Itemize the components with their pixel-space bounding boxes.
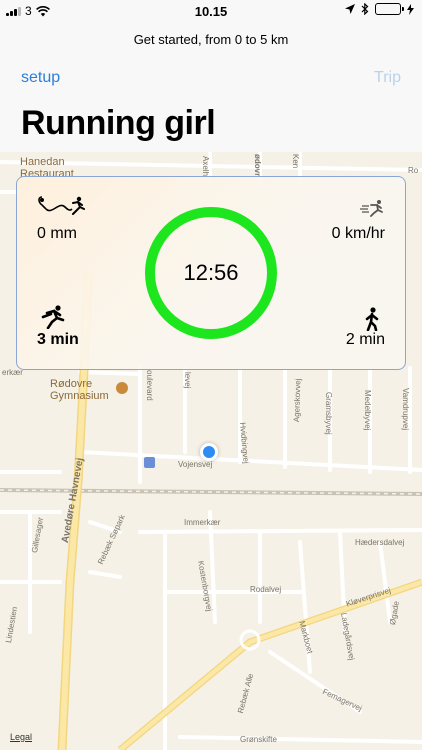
battery-icon [375,3,404,15]
current-location-dot [200,443,218,461]
street-label: Rodalvej [250,585,282,594]
street-label: Axelh [201,156,210,177]
page-title: Running girl [21,104,216,142]
street-label: oulevard [145,370,154,401]
street-label: Ro [408,166,419,175]
route-runner-icon [38,196,85,215]
street-label: levej [183,372,192,389]
speed-runner-icon [360,200,383,217]
poi-rodovre-gymnasium: Rødovre Gymnasium [50,378,109,402]
run-time-value: 3 min [37,331,79,348]
speed-value: 0 km/hr [331,225,385,242]
charging-bolt-icon [407,3,414,15]
bluetooth-icon [361,3,369,15]
timer-ring: 12:56 [145,207,277,339]
setup-button[interactable]: setup [21,69,60,87]
street-label: Gramsbyvej [324,392,333,435]
timer-value: 12:56 [183,260,239,285]
street-label: Hædersdalvej [355,538,405,547]
street-label: Immerkær [184,518,221,527]
street-label: Medelbyvej [363,390,372,431]
walk-time-value: 2 min [345,331,385,348]
legal-link[interactable]: Legal [10,732,32,742]
street-label: erkær [2,368,23,377]
street-label: Ken [291,154,300,169]
street-label: Agerskovvej [292,378,303,423]
street-label: Grønskifte [240,735,277,744]
stats-card: 0 mm 0 km/hr 12:56 3 min 2 min [16,176,406,370]
status-right [345,3,414,15]
school-icon [116,382,128,394]
running-icon [41,305,65,329]
trip-button[interactable]: Trip [374,69,401,87]
street-label: Vamdrupvej [401,388,410,431]
street-label: ødovr [253,154,262,177]
location-arrow-icon [345,4,355,14]
distance-value: 0 mm [37,225,77,242]
nav-subtitle: Get started, from 0 to 5 km [133,32,289,47]
status-bar: 3 10.15 [0,0,422,22]
train-station-icon [144,457,155,468]
walking-icon [365,307,379,331]
street-label: Vojensvej [178,460,213,469]
